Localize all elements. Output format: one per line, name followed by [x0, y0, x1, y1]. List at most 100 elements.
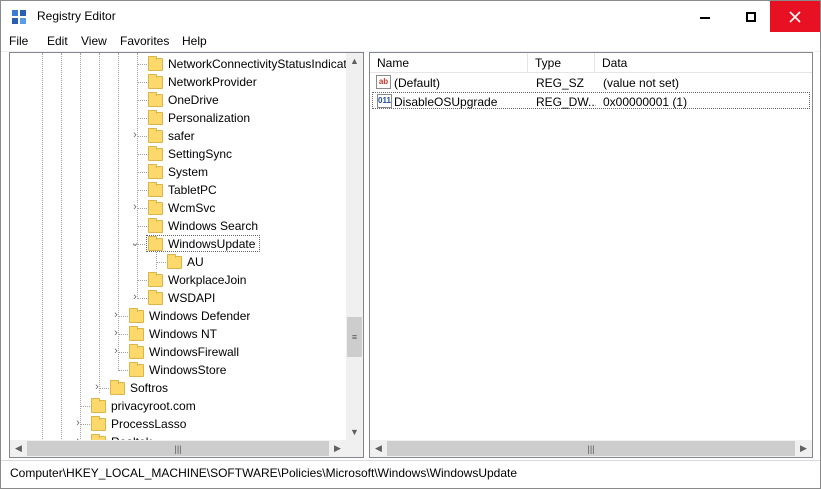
folder-icon [129, 362, 144, 377]
folder-icon [91, 416, 106, 431]
tree-item[interactable]: ⌄ WindowsUpdate [10, 235, 346, 253]
expand-chevron-icon[interactable]: › [111, 345, 121, 357]
tree-hscroll-thumb[interactable]: ||| [27, 441, 329, 456]
tree-item-label: Windows Defender [149, 309, 251, 323]
menu-file[interactable]: File [9, 34, 28, 48]
registry-values-list[interactable]: Name Type Data ab (Default) REG_SZ (valu… [369, 52, 813, 458]
menu-favorites[interactable]: Favorites [120, 34, 169, 48]
current-key-path[interactable]: Computer\HKEY_LOCAL_MACHINE\SOFTWARE\Pol… [10, 466, 517, 480]
folder-icon [148, 218, 163, 233]
tree-item[interactable]: › Windows Defender [10, 307, 346, 325]
menu-edit[interactable]: Edit [47, 34, 68, 48]
list-row[interactable]: ab (Default) REG_SZ (value not set) [372, 74, 810, 91]
column-type[interactable]: Type [528, 53, 595, 73]
list-row-selected[interactable]: 011 DisableOSUpgrade REG_DW... 0x0000000… [372, 92, 810, 109]
tree-item[interactable]: WorkplaceJoin [10, 271, 346, 289]
folder-icon [129, 326, 144, 341]
registry-key-tree[interactable]: NetworkConnectivityStatusIndicat NetworkP… [9, 52, 364, 458]
window-title: Registry Editor [37, 9, 116, 23]
tree-scroll-thumb[interactable]: ≡ [347, 317, 362, 357]
tree-item[interactable]: › Softros [10, 379, 346, 397]
tree-connector [137, 172, 147, 173]
expand-chevron-icon[interactable]: › [111, 309, 121, 321]
string-value-icon: ab [376, 75, 391, 89]
expand-chevron-icon[interactable]: › [130, 291, 140, 303]
tree-item-label: Windows Search [168, 219, 259, 233]
tree-item[interactable]: › Windows NT [10, 325, 346, 343]
tree-vertical-scrollbar[interactable]: ▲ ≡ ▼ [346, 53, 363, 441]
column-data[interactable]: Data [595, 53, 812, 73]
scroll-up-icon[interactable]: ▲ [346, 53, 363, 70]
tree-item[interactable]: OneDrive [10, 91, 346, 109]
list-hscroll-thumb[interactable]: ||| [387, 441, 795, 456]
collapse-chevron-icon[interactable]: ⌄ [130, 237, 140, 249]
tree-item[interactable]: AU [10, 253, 346, 271]
minimize-button[interactable] [682, 1, 728, 32]
folder-icon [129, 344, 144, 359]
folder-icon [148, 182, 163, 197]
status-bar: Computer\HKEY_LOCAL_MACHINE\SOFTWARE\Pol… [1, 460, 820, 488]
scroll-down-icon[interactable]: ▼ [346, 424, 363, 441]
tree-item[interactable]: › WSDAPI [10, 289, 346, 307]
tree-item[interactable]: › safer [10, 127, 346, 145]
tree-item[interactable]: System [10, 163, 346, 181]
tree-connector [137, 280, 147, 281]
folder-icon [148, 272, 163, 287]
tree-item[interactable]: WindowsStore [10, 361, 346, 379]
tree-item-label: WcmSvc [168, 201, 216, 215]
scroll-right-icon[interactable]: ▶ [795, 440, 812, 457]
menu-bar: File Edit View Favorites Help [1, 32, 820, 52]
expand-chevron-icon[interactable]: › [130, 201, 140, 213]
tree-connector [137, 154, 147, 155]
value-type: REG_SZ [536, 76, 585, 90]
tree-item-label: WindowsFirewall [149, 345, 240, 359]
scroll-left-icon[interactable]: ◀ [370, 440, 387, 457]
tree-item-label: Softros [130, 381, 169, 395]
registry-editor-window: Registry Editor File Edit View Favorites… [0, 0, 821, 489]
tree-horizontal-scrollbar[interactable]: ◀ ||| ▶ [10, 440, 346, 457]
tree-item-label: NetworkProvider [168, 75, 257, 89]
tree-item-label: NetworkConnectivityStatusIndicat [168, 57, 346, 71]
minimize-icon [700, 16, 710, 19]
folder-icon [167, 254, 182, 269]
expand-chevron-icon[interactable]: › [130, 129, 140, 141]
tree-item[interactable]: privacyroot.com [10, 397, 346, 415]
scroll-right-icon[interactable]: ▶ [329, 440, 346, 457]
tree-item[interactable]: › WcmSvc [10, 199, 346, 217]
tree-item[interactable]: TabletPC [10, 181, 346, 199]
tree-item-label: safer [168, 129, 195, 143]
tree-item-label: WSDAPI [168, 291, 216, 305]
maximize-button[interactable] [728, 1, 774, 32]
menu-view[interactable]: View [81, 34, 107, 48]
folder-icon [110, 380, 125, 395]
tree-item-label: AU [187, 255, 204, 269]
folder-icon [148, 236, 163, 251]
folder-icon [148, 92, 163, 107]
menu-help[interactable]: Help [182, 34, 207, 48]
tree-item-label: OneDrive [168, 93, 219, 107]
tree-item-label: TabletPC [168, 183, 217, 197]
scroll-left-icon[interactable]: ◀ [10, 440, 27, 457]
tree-connector [137, 118, 147, 119]
tree-item[interactable]: SettingSync [10, 145, 346, 163]
close-button[interactable] [770, 1, 820, 32]
tree-item[interactable]: Windows Search [10, 217, 346, 235]
tree-item-label: SettingSync [168, 147, 233, 161]
title-bar[interactable]: Registry Editor [1, 1, 820, 32]
tree-connector [137, 190, 147, 191]
tree-connector [137, 82, 147, 83]
registry-icon [12, 10, 26, 24]
tree-item[interactable]: › ProcessLasso [10, 415, 346, 433]
folder-icon [129, 308, 144, 323]
list-horizontal-scrollbar[interactable]: ◀ ||| ▶ [370, 440, 812, 457]
expand-chevron-icon[interactable]: › [111, 327, 121, 339]
tree-item[interactable]: NetworkProvider [10, 73, 346, 91]
expand-chevron-icon[interactable]: › [73, 417, 83, 429]
tree-item[interactable]: NetworkConnectivityStatusIndicat [10, 55, 346, 73]
column-name[interactable]: Name [370, 53, 528, 73]
tree-connector [118, 370, 128, 371]
expand-chevron-icon[interactable]: › [92, 381, 102, 393]
tree-item[interactable]: › WindowsFirewall [10, 343, 346, 361]
folder-icon [148, 146, 163, 161]
tree-item[interactable]: Personalization [10, 109, 346, 127]
